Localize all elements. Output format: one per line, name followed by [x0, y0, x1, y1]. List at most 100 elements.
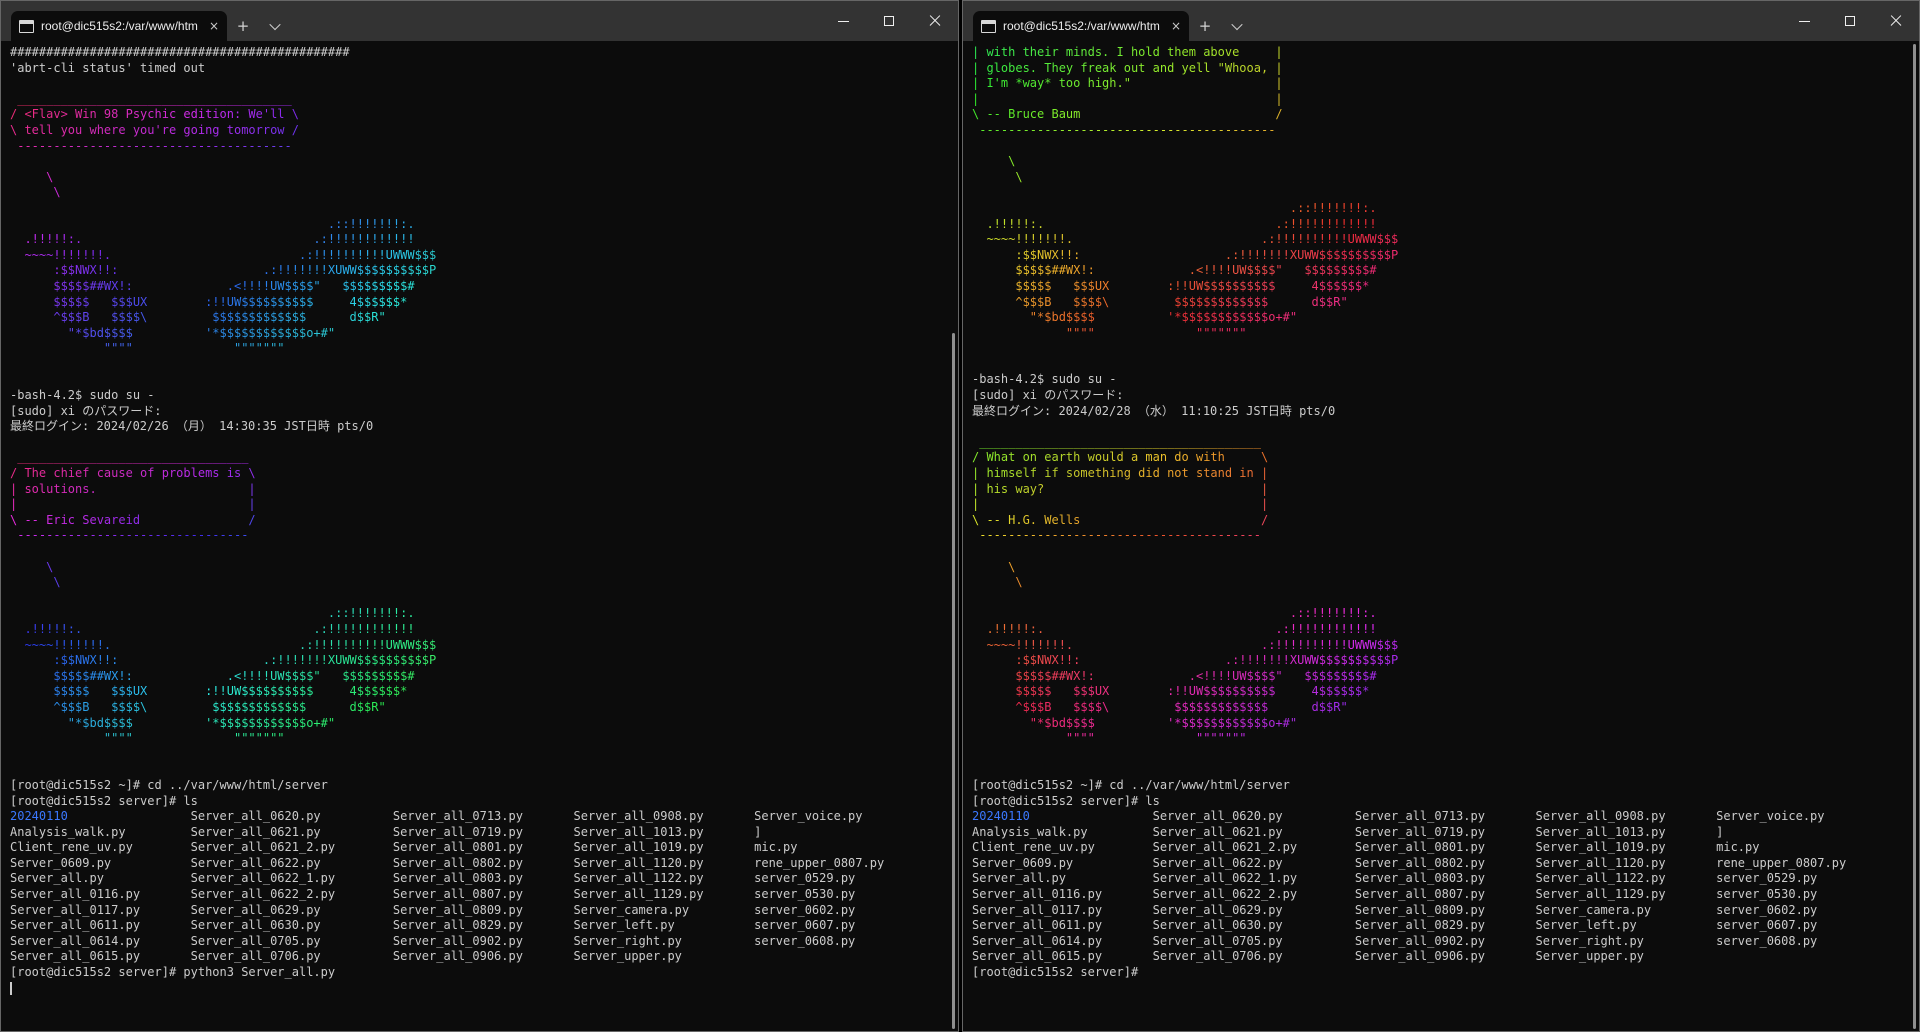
terminal-line: ________________________________ — [10, 450, 957, 466]
terminal-line: | | — [10, 497, 957, 513]
directory-entry: 20240110 — [10, 809, 68, 823]
scrollbar-thumb[interactable] — [952, 333, 955, 1029]
minimize-button[interactable] — [820, 1, 866, 41]
terminal-tab[interactable]: root@dic515s2:/var/www/htm × — [973, 11, 1189, 41]
terminal-line: [root@dic515s2 ~]# cd ../var/www/html/se… — [10, 778, 957, 794]
terminal-line: | solutions. | — [10, 482, 957, 498]
tab-dropdown-button[interactable] — [1221, 11, 1253, 41]
terminal-line: Server_all_0614.py Server_all_0705.py Se… — [10, 934, 957, 950]
minimize-button[interactable] — [1781, 1, 1827, 41]
terminal-line — [10, 357, 957, 373]
terminal-line: Server_all_0611.py Server_all_0630.py Se… — [972, 918, 1918, 934]
terminal-line: .!!!!!:. .:!!!!!!!!!!!! — [972, 217, 1918, 233]
tab-close-icon[interactable]: × — [1171, 19, 1181, 33]
close-button[interactable] — [912, 1, 958, 41]
terminal-line — [10, 762, 957, 778]
terminal-line — [972, 139, 1918, 155]
terminal-line: :$$NWX!!: .:!!!!!!!XUWW$$$$$$$$$$P — [10, 263, 957, 279]
terminal-line: \ tell you where you're going tomorrow / — [10, 123, 957, 139]
terminal-line: """" """"""" — [972, 326, 1918, 342]
new-tab-button[interactable]: + — [227, 11, 259, 41]
terminal-line: ^$$$B $$$$\ $$$$$$$$$$$$$ d$$R" — [972, 295, 1918, 311]
terminal-line: \ -- Eric Sevareid / — [10, 513, 957, 529]
minimize-icon — [838, 21, 849, 22]
terminal-line — [972, 544, 1918, 560]
terminal-line: """" """"""" — [972, 731, 1918, 747]
terminal-line: Server_all_0614.py Server_all_0705.py Se… — [972, 934, 1918, 950]
terminal-line: / <Flav> Win 98 Psychic edition: We'll \ — [10, 107, 957, 123]
terminal-line: ########################################… — [10, 45, 957, 61]
terminal-line: \ — [972, 560, 1918, 576]
terminal-line: """" """"""" — [10, 341, 957, 357]
scrollbar-thumb[interactable] — [1913, 44, 1916, 1029]
terminal-line: \ — [10, 575, 957, 591]
terminal-line — [10, 154, 957, 170]
terminal-line: \ — [972, 575, 1918, 591]
terminal-line: \ — [10, 560, 957, 576]
terminal-line: \ — [972, 154, 1918, 170]
terminal-line — [972, 747, 1918, 763]
terminal-line: $$$$$ $$$UX :!!UW$$$$$$$$$$ 4$$$$$$* — [10, 684, 957, 700]
terminal-screen[interactable]: | with their minds. I hold them above ||… — [964, 42, 1918, 1030]
terminal-line: $$$$$##WX!: .<!!!!UW$$$$" $$$$$$$$$# — [972, 263, 1918, 279]
terminal-line: $$$$$##WX!: .<!!!!UW$$$$" $$$$$$$$$# — [10, 279, 957, 295]
terminal-line: .::!!!!!!!:. — [972, 606, 1918, 622]
terminal-window-icon — [981, 20, 996, 33]
terminal-line: ^$$$B $$$$\ $$$$$$$$$$$$$ d$$R" — [972, 700, 1918, 716]
terminal-screen[interactable]: ########################################… — [2, 42, 957, 1030]
terminal-line: Server_all_0116.py Server_all_0622_2.py … — [972, 887, 1918, 903]
titlebar[interactable]: root@dic515s2:/var/www/htm × + — [1, 1, 958, 41]
terminal-line: [sudo] xi のパスワード: — [972, 388, 1918, 404]
maximize-icon — [884, 16, 894, 26]
minimize-icon — [1799, 21, 1810, 22]
tab-dropdown-button[interactable] — [259, 11, 291, 41]
terminal-line: | with their minds. I hold them above | — [972, 45, 1918, 61]
terminal-line: $$$$$##WX!: .<!!!!UW$$$$" $$$$$$$$$# — [10, 669, 957, 685]
tab-title: root@dic515s2:/var/www/htm — [1003, 19, 1163, 33]
terminal-line — [972, 341, 1918, 357]
terminal-line: Server_all.py Server_all_0622_1.py Serve… — [972, 871, 1918, 887]
terminal-window-icon — [19, 20, 34, 33]
new-tab-button[interactable]: + — [1189, 11, 1221, 41]
terminal-line: Server_0609.py Server_all_0622.py Server… — [10, 856, 957, 872]
terminal-line: Server_all_0615.py Server_all_0706.py Se… — [10, 949, 957, 965]
terminal-line: --------------------------------------- — [972, 528, 1918, 544]
terminal-tab[interactable]: root@dic515s2:/var/www/htm × — [11, 11, 227, 41]
terminal-line: ~~~~!!!!!!!. .:!!!!!!!!!!UWWW$$$ — [972, 232, 1918, 248]
terminal-line: _______________________________________ — [972, 435, 1918, 451]
terminal-line: -bash-4.2$ sudo su - — [972, 372, 1918, 388]
terminal-line — [10, 435, 957, 451]
terminal-line — [10, 981, 957, 997]
maximize-icon — [1845, 16, 1855, 26]
terminal-line: | globes. They freak out and yell "Whooa… — [972, 61, 1918, 77]
terminal-window-right: root@dic515s2:/var/www/htm × + | with th… — [962, 0, 1920, 1032]
terminal-line: Server_0609.py Server_all_0622.py Server… — [972, 856, 1918, 872]
terminal-line: \ -- H.G. Wells / — [972, 513, 1918, 529]
terminal-line — [972, 762, 1918, 778]
terminal-line: Server_all.py Server_all_0622_1.py Serve… — [10, 871, 957, 887]
maximize-button[interactable] — [866, 1, 912, 41]
terminal-line: "*$bd$$$$ '*$$$$$$$$$$$$o+#" — [972, 716, 1918, 732]
titlebar[interactable]: root@dic515s2:/var/www/htm × + — [963, 1, 1919, 41]
tab-close-icon[interactable]: × — [209, 19, 219, 33]
terminal-line: \ — [10, 185, 957, 201]
terminal-line: Analysis_walk.py Server_all_0621.py Serv… — [10, 825, 957, 841]
terminal-line: [root@dic515s2 server]# ls — [972, 794, 1918, 810]
terminal-line: \ -- Bruce Baum / — [972, 107, 1918, 123]
terminal-line — [972, 591, 1918, 607]
terminal-line: "*$bd$$$$ '*$$$$$$$$$$$$o+#" — [972, 310, 1918, 326]
terminal-line: Server_all_0116.py Server_all_0622_2.py … — [10, 887, 957, 903]
terminal-line: Server_all_0611.py Server_all_0630.py Se… — [10, 918, 957, 934]
terminal-line — [972, 357, 1918, 373]
maximize-button[interactable] — [1827, 1, 1873, 41]
terminal-line: ^$$$B $$$$\ $$$$$$$$$$$$$ d$$R" — [10, 310, 957, 326]
terminal-line: | himself if something did not stand in … — [972, 466, 1918, 482]
close-icon — [929, 15, 941, 27]
terminal-line: \ — [10, 170, 957, 186]
terminal-line: ~~~~!!!!!!!. .:!!!!!!!!!!UWWW$$$ — [10, 638, 957, 654]
terminal-line: $$$$$ $$$UX :!!UW$$$$$$$$$$ 4$$$$$$* — [972, 279, 1918, 295]
terminal-line: | | — [972, 497, 1918, 513]
terminal-line — [10, 76, 957, 92]
close-button[interactable] — [1873, 1, 1919, 41]
close-icon — [1890, 15, 1902, 27]
